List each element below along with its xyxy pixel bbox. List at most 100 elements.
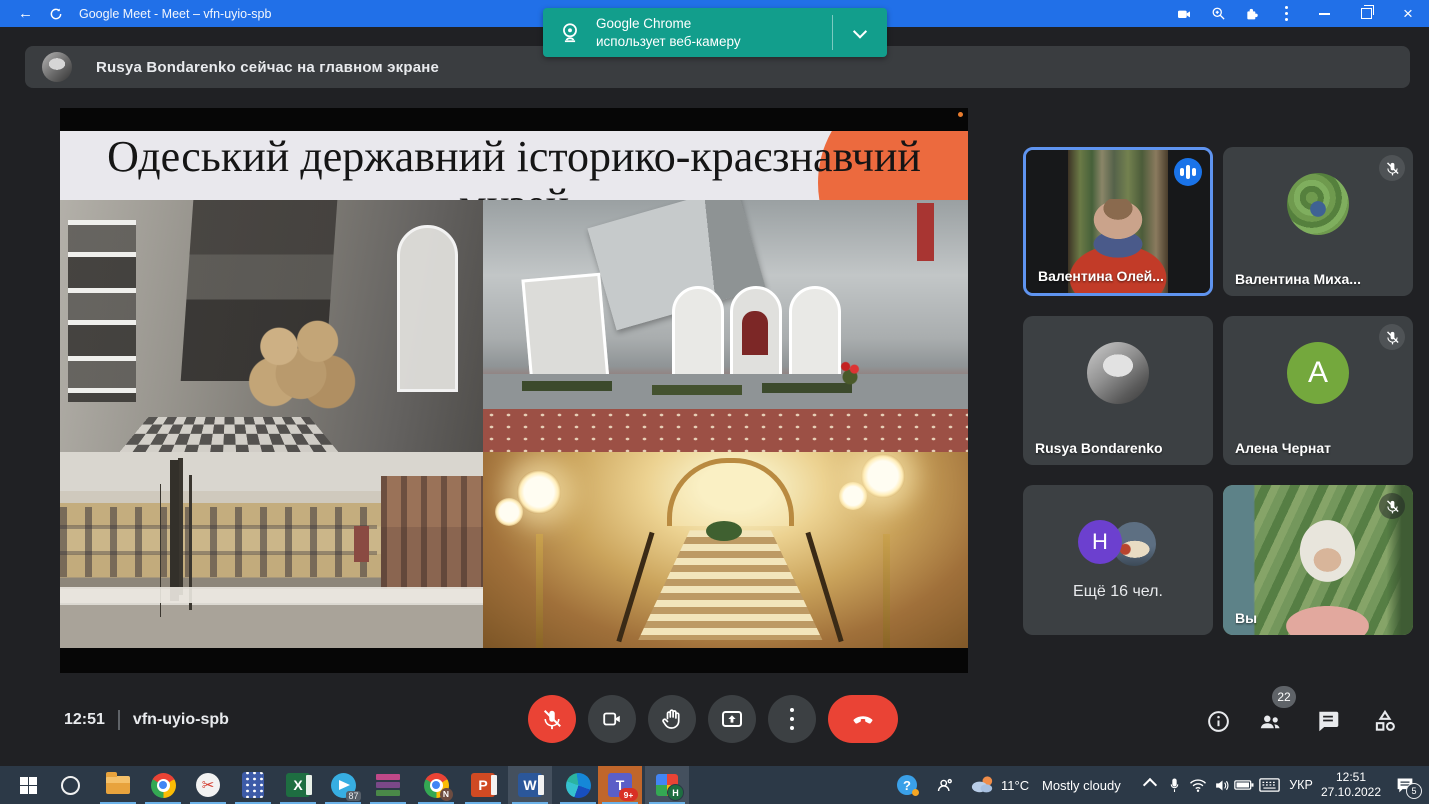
decor-lamp-post bbox=[536, 534, 543, 648]
camera-button[interactable] bbox=[588, 695, 636, 743]
chrome-icon bbox=[151, 773, 176, 798]
decor-snow bbox=[60, 587, 483, 603]
taskbar-telegram[interactable]: 87 bbox=[321, 766, 365, 804]
participant-tile[interactable]: Валентина Миха... bbox=[1223, 147, 1413, 296]
participant-name: Валентина Миха... bbox=[1235, 271, 1361, 287]
camera-usage-banner[interactable]: Google Chrome использует веб-камеру bbox=[543, 8, 887, 57]
mic-off-icon bbox=[1379, 155, 1405, 181]
taskbar-excel[interactable]: X bbox=[276, 766, 320, 804]
restore-button[interactable] bbox=[1345, 0, 1387, 27]
taskbar-word[interactable]: W bbox=[508, 766, 552, 804]
taskbar-file-explorer[interactable] bbox=[96, 766, 140, 804]
weather-icon-wrap[interactable] bbox=[966, 766, 998, 804]
cloud-sun-icon bbox=[969, 774, 996, 796]
start-button[interactable] bbox=[6, 766, 50, 804]
tray-expand[interactable] bbox=[1138, 766, 1162, 804]
raise-hand-button[interactable] bbox=[648, 695, 696, 743]
minimize-button[interactable] bbox=[1303, 0, 1345, 27]
edge-icon bbox=[566, 773, 591, 798]
participant-tile[interactable]: Rusya Bondarenko bbox=[1023, 316, 1213, 465]
shared-screen-slide: Одеський державний історико-краєзнавчий … bbox=[60, 108, 968, 673]
decor-tree bbox=[170, 460, 179, 601]
participant-tile[interactable]: А Алена Чернат bbox=[1223, 316, 1413, 465]
meeting-details-button[interactable] bbox=[1205, 708, 1231, 734]
search-circle-icon bbox=[61, 776, 80, 795]
back-icon[interactable]: ← bbox=[18, 5, 33, 22]
weather-temp[interactable]: 11°C bbox=[1001, 766, 1029, 804]
speaker-icon bbox=[1214, 778, 1231, 793]
reload-icon[interactable] bbox=[49, 7, 63, 21]
participants-panel-button[interactable] bbox=[1257, 708, 1283, 734]
participants-count-badge: 22 bbox=[1272, 686, 1296, 708]
taskbar-powerpoint[interactable]: P bbox=[461, 766, 505, 804]
tray-help[interactable]: ? bbox=[890, 766, 924, 804]
close-button[interactable]: × bbox=[1387, 0, 1429, 27]
self-view-tile[interactable]: Вы bbox=[1223, 485, 1413, 635]
keyboard-icon bbox=[1259, 778, 1280, 792]
participant-tile[interactable]: Валентина Олей... bbox=[1023, 147, 1213, 296]
meeting-code: vfn-uyio-spb bbox=[133, 711, 229, 729]
participant-name: Вы bbox=[1235, 610, 1257, 626]
participant-name: Алена Чернат bbox=[1235, 440, 1331, 456]
taskbar-chrome-profile[interactable]: N bbox=[414, 766, 458, 804]
windows-logo-icon bbox=[20, 777, 37, 794]
letter-avatar: Н bbox=[1078, 520, 1122, 564]
decor-arch bbox=[667, 458, 793, 526]
tray-language[interactable]: УКР bbox=[1284, 766, 1318, 804]
divider bbox=[118, 710, 120, 730]
decor-platform bbox=[483, 374, 968, 412]
teams-badge: 9+ bbox=[619, 788, 638, 801]
word-icon: W bbox=[518, 773, 542, 797]
tray-microphone[interactable] bbox=[1163, 766, 1185, 804]
taskbar-snipping-tool[interactable]: ✂ bbox=[186, 766, 230, 804]
taskbar-winrar[interactable] bbox=[366, 766, 410, 804]
excel-letter: X bbox=[293, 777, 302, 793]
camera-permission-icon[interactable] bbox=[1167, 0, 1201, 27]
clock-time: 12:51 bbox=[1336, 770, 1366, 785]
taskbar-calculator[interactable] bbox=[231, 766, 275, 804]
decor-stairs bbox=[638, 530, 822, 640]
tab-title: Google Meet - Meet – vfn-uyio-spb bbox=[79, 7, 271, 21]
participant-name: Валентина Олей... bbox=[1038, 268, 1164, 284]
teams-icon: T 9+ bbox=[608, 773, 632, 797]
excel-icon: X bbox=[286, 773, 310, 797]
tray-clock[interactable]: 12:51 27.10.2022 bbox=[1318, 766, 1384, 804]
end-call-button[interactable] bbox=[828, 695, 898, 743]
avatar-group: Н bbox=[1078, 520, 1158, 568]
activities-button[interactable] bbox=[1372, 708, 1398, 734]
more-options-icon bbox=[790, 706, 794, 733]
more-options-button[interactable] bbox=[768, 695, 816, 743]
account-badge: Н bbox=[667, 784, 684, 801]
cortana-search-button[interactable] bbox=[50, 766, 90, 804]
slide-title-line1: Одеський державний історико-краєзнавчий bbox=[60, 133, 968, 181]
tray-touch-keyboard[interactable] bbox=[1255, 766, 1283, 804]
chrome-icon: N bbox=[424, 773, 449, 798]
decor-lamp bbox=[517, 470, 561, 514]
mute-microphone-button[interactable] bbox=[528, 695, 576, 743]
tray-wifi[interactable] bbox=[1186, 766, 1210, 804]
extensions-icon[interactable] bbox=[1235, 0, 1269, 27]
telegram-badge: 87 bbox=[346, 791, 360, 801]
decor-plant bbox=[706, 521, 742, 541]
browser-menu-icon[interactable] bbox=[1269, 0, 1303, 27]
mic-off-icon bbox=[1379, 493, 1405, 519]
decor-arch-window bbox=[397, 225, 458, 392]
banner-expand-button[interactable] bbox=[833, 8, 887, 57]
wifi-icon bbox=[1189, 778, 1207, 793]
word-letter: W bbox=[523, 777, 536, 793]
present-screen-button[interactable] bbox=[708, 695, 756, 743]
chevron-down-icon bbox=[853, 24, 867, 38]
taskbar-chrome[interactable] bbox=[141, 766, 185, 804]
people-icon bbox=[935, 776, 954, 795]
tray-battery[interactable] bbox=[1231, 766, 1257, 804]
zoom-icon[interactable] bbox=[1201, 0, 1235, 27]
tray-people[interactable] bbox=[928, 766, 960, 804]
overflow-participants-tile[interactable]: Н Ещё 16 чел. bbox=[1023, 485, 1213, 635]
chat-button[interactable] bbox=[1315, 708, 1341, 734]
taskbar-edge[interactable] bbox=[556, 766, 600, 804]
decor-lamp-post bbox=[883, 534, 890, 648]
weather-description[interactable]: Mostly cloudy bbox=[1042, 766, 1121, 804]
help-icon: ? bbox=[897, 775, 917, 795]
taskbar-teams[interactable]: T 9+ bbox=[598, 766, 642, 804]
taskbar-google-meet[interactable]: Н bbox=[645, 766, 689, 804]
